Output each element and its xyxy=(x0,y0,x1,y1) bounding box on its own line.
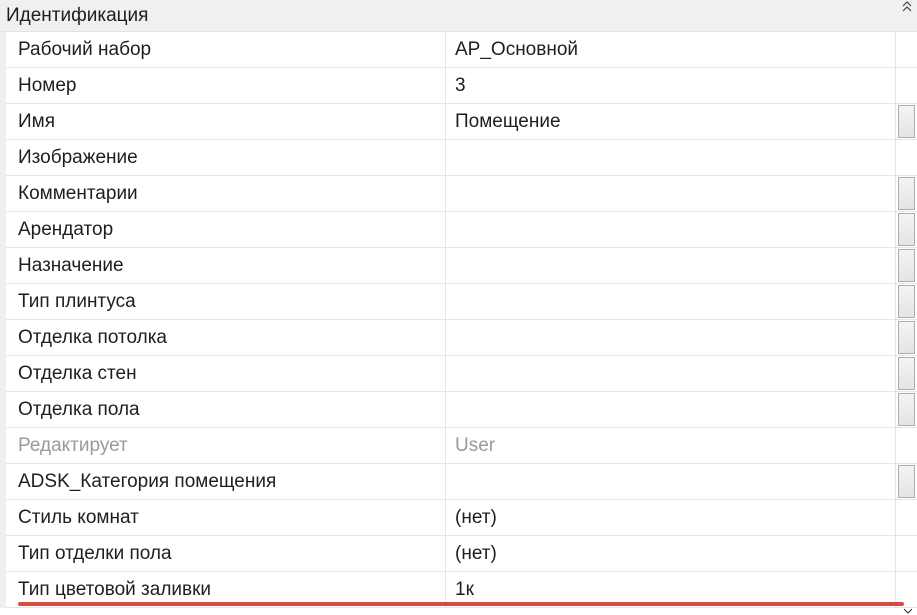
edit-value-button[interactable] xyxy=(898,177,915,210)
property-value[interactable]: АР_Основной xyxy=(446,32,896,67)
property-value[interactable] xyxy=(446,392,896,427)
property-row-tenant[interactable]: Арендатор xyxy=(0,212,917,248)
edit-value-button[interactable] xyxy=(898,357,915,390)
property-row-edited-by: Редактирует User xyxy=(0,428,917,464)
property-value[interactable]: (нет) xyxy=(446,500,896,535)
property-row-floor-finish-type[interactable]: Тип отделки пола (нет) xyxy=(0,536,917,572)
property-name: Отделка стен xyxy=(6,356,446,391)
property-name: Стиль комнат xyxy=(6,500,446,535)
edit-value-button[interactable] xyxy=(898,465,915,498)
property-name: Номер xyxy=(6,68,446,103)
property-value[interactable] xyxy=(446,284,896,319)
chevron-down-icon[interactable] xyxy=(903,607,913,615)
property-row-room-category[interactable]: ADSK_Категория помещения xyxy=(0,464,917,500)
property-name: Имя xyxy=(6,104,446,139)
property-row-workset[interactable]: Рабочий набор АР_Основной xyxy=(0,32,917,68)
property-name: Тип плинтуса xyxy=(6,284,446,319)
property-name: Отделка пола xyxy=(6,392,446,427)
edit-value-button[interactable] xyxy=(898,285,915,318)
property-name: Тип отделки пола xyxy=(6,536,446,571)
property-name: Арендатор xyxy=(6,212,446,247)
property-row-baseboard-type[interactable]: Тип плинтуса xyxy=(0,284,917,320)
edit-value-button[interactable] xyxy=(898,249,915,282)
property-name: Редактирует xyxy=(6,428,446,463)
property-row-wall-finish[interactable]: Отделка стен xyxy=(0,356,917,392)
group-header-identification[interactable]: Идентификация xyxy=(0,0,917,32)
property-row-number[interactable]: Номер 3 xyxy=(0,68,917,104)
edit-value-button[interactable] xyxy=(898,393,915,426)
property-name: Изображение xyxy=(6,140,446,175)
property-value[interactable]: 3 xyxy=(446,68,896,103)
property-value[interactable]: (нет) xyxy=(446,536,896,571)
property-name: ADSK_Категория помещения xyxy=(6,464,446,499)
property-row-room-style[interactable]: Стиль комнат (нет) xyxy=(0,500,917,536)
edit-value-button[interactable] xyxy=(898,105,915,138)
property-value[interactable] xyxy=(446,176,896,211)
group-title: Идентификация xyxy=(6,5,149,26)
property-value[interactable] xyxy=(446,248,896,283)
property-value: User xyxy=(446,428,896,463)
property-row-comments[interactable]: Комментарии xyxy=(0,176,917,212)
property-name: Отделка потолка xyxy=(6,320,446,355)
property-row-name[interactable]: Имя Помещение xyxy=(0,104,917,140)
property-value[interactable]: Помещение xyxy=(446,104,896,139)
property-row-purpose[interactable]: Назначение xyxy=(0,248,917,284)
property-name: Комментарии xyxy=(6,176,446,211)
property-value[interactable] xyxy=(446,356,896,391)
edit-value-button[interactable] xyxy=(898,321,915,354)
property-value[interactable] xyxy=(446,320,896,355)
property-value[interactable] xyxy=(446,464,896,499)
property-value[interactable] xyxy=(446,140,896,175)
highlight-underline xyxy=(18,602,904,606)
property-row-floor-finish[interactable]: Отделка пола xyxy=(0,392,917,428)
chevron-double-up-icon[interactable] xyxy=(901,0,913,14)
property-value[interactable] xyxy=(446,212,896,247)
edit-value-button[interactable] xyxy=(898,213,915,246)
property-row-image[interactable]: Изображение xyxy=(0,140,917,176)
property-name: Назначение xyxy=(6,248,446,283)
property-grid: Рабочий набор АР_Основной Номер 3 Имя По… xyxy=(0,32,917,608)
property-row-ceiling-finish[interactable]: Отделка потолка xyxy=(0,320,917,356)
property-name: Рабочий набор xyxy=(6,32,446,67)
